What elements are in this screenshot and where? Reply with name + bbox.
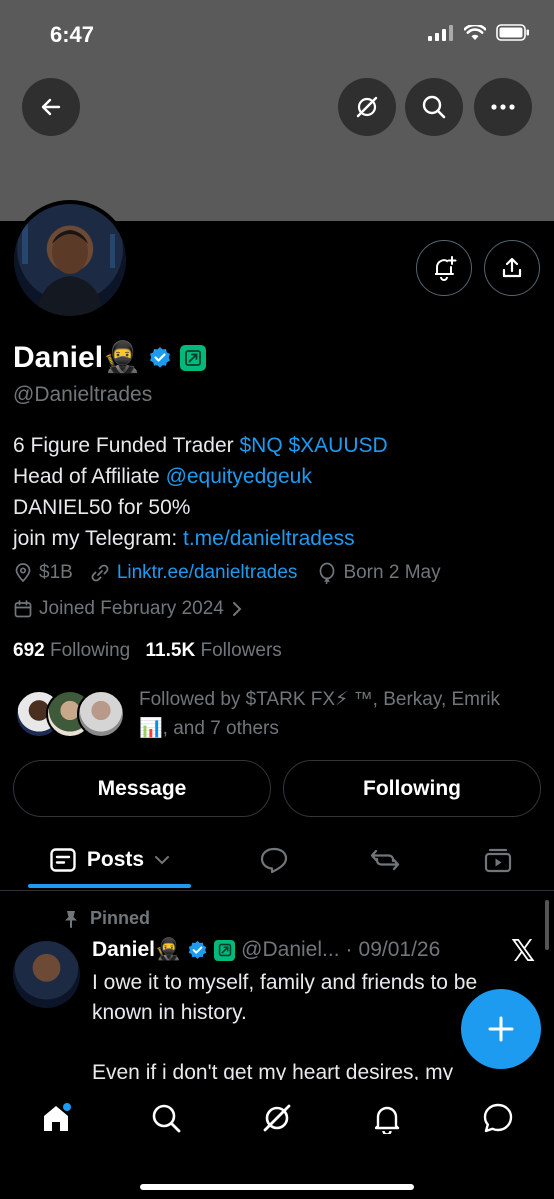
bio-line-1: 6 Figure Funded Trader $NQ $XAUUSD [13, 434, 388, 457]
post-date[interactable]: 09/01/26 [359, 938, 441, 962]
profile-name: Daniel🥷 [13, 341, 141, 374]
affiliate-badge-icon [214, 939, 236, 961]
profile-name-row: Daniel🥷 [13, 340, 207, 375]
profile-location: $1B [39, 562, 73, 583]
arrow-left-icon [41, 98, 61, 116]
profile-website-link[interactable]: Linktr.ee/danieltrades [117, 562, 298, 584]
compose-post-button[interactable] [461, 989, 541, 1069]
tab-posts-label: Posts [86, 848, 145, 871]
plus-icon [488, 1016, 514, 1042]
profile-joined-date: Joined February 2024 [39, 598, 224, 619]
following-stat[interactable]: 692 Following [13, 640, 130, 661]
more-options-button[interactable] [474, 78, 532, 136]
post-author-avatar[interactable] [13, 941, 80, 1008]
affiliate-badge-icon[interactable] [180, 344, 207, 371]
back-button[interactable] [22, 78, 80, 136]
bottom-navigation [0, 1080, 554, 1199]
balloon-icon [320, 562, 335, 584]
profile-handle: @Danieltrades [13, 383, 153, 406]
post-header: Daniel🥷 @Daniel... · 09/01/26 [92, 938, 440, 962]
nav-grok[interactable] [257, 1098, 297, 1138]
search-icon [422, 95, 446, 119]
posts-tab-icon [50, 848, 76, 872]
avatar-image [14, 204, 126, 316]
pinned-label: Pinned [90, 908, 151, 928]
nav-home[interactable] [36, 1098, 76, 1138]
bio-line-2: Head of Affiliate @equityedgeuk [13, 465, 312, 488]
tab-replies[interactable] [254, 830, 294, 890]
cashtag-links[interactable]: $NQ $XAUUSD [239, 434, 387, 457]
tab-reposts[interactable] [365, 830, 405, 890]
repost-icon [370, 849, 400, 871]
profile-avatar[interactable] [10, 200, 130, 320]
post-author-handle[interactable]: @Daniel... [241, 938, 339, 962]
tab-posts[interactable]: Posts [28, 830, 191, 890]
mention-link[interactable]: @equityedgeuk [166, 465, 312, 488]
tabs-divider [0, 890, 554, 891]
status-bar: 6:47 [0, 0, 554, 70]
share-button[interactable] [484, 240, 540, 296]
chevron-right-icon [232, 602, 242, 616]
scrollbar[interactable] [545, 900, 549, 950]
home-icon [44, 1103, 71, 1131]
notifications-subscribe-button[interactable] [416, 240, 472, 296]
message-button[interactable]: Message [13, 760, 271, 817]
x-logo-icon: 𝕏 [511, 935, 536, 968]
search-icon [152, 1104, 181, 1133]
post-author-name[interactable]: Daniel🥷 [92, 938, 181, 962]
nav-search[interactable] [146, 1098, 186, 1138]
nav-messages[interactable] [478, 1098, 518, 1138]
telegram-link[interactable]: t.me/danieltradess [183, 527, 355, 550]
tab-media[interactable] [478, 830, 518, 890]
battery-icon [496, 24, 529, 41]
more-dots-icon [491, 104, 515, 110]
pinned-indicator: Pinned [62, 908, 150, 929]
profile-bio: 6 Figure Funded Trader $NQ $XAUUSD Head … [13, 430, 388, 554]
home-indicator[interactable] [140, 1184, 414, 1190]
wifi-icon [464, 24, 486, 40]
nav-notifications[interactable] [367, 1098, 407, 1138]
chat-bubble-icon [483, 1103, 513, 1133]
chevron-down-icon [155, 856, 170, 865]
bell-icon [374, 1106, 400, 1134]
location-pin-icon [15, 563, 31, 583]
status-icons [428, 24, 530, 41]
reply-bubble-icon [260, 847, 288, 874]
profile-meta-row: $1B Linktr.ee/danieltrades Born 2 May [13, 562, 441, 584]
post-separator: · [345, 938, 353, 961]
status-time: 6:47 [50, 22, 95, 47]
cellular-signal-icon [428, 24, 453, 41]
grok-button[interactable] [338, 78, 396, 136]
profile-birthday: Born 2 May [343, 562, 441, 583]
active-tab-indicator [28, 884, 191, 888]
verified-badge-icon [188, 940, 207, 959]
profile-tabs: Posts [0, 830, 554, 890]
pin-icon [65, 910, 77, 928]
bell-plus-icon [435, 256, 457, 281]
following-button[interactable]: Following [283, 760, 541, 817]
bio-line-4: join my Telegram: t.me/danieltradess [13, 527, 355, 550]
grok-icon [356, 96, 378, 118]
grok-icon [263, 1104, 291, 1132]
bio-line-3: DANIEL50 for 50% [13, 496, 191, 519]
profile-joined-row[interactable]: Joined February 2024 [13, 598, 244, 620]
followed-by-text[interactable]: Followed by $TARK FX⚡ ™, Berkay, Emrik 📊… [139, 685, 544, 743]
link-icon [91, 564, 109, 582]
calendar-icon [14, 600, 32, 618]
followers-stat[interactable]: 11.5K Followers [146, 640, 282, 661]
verified-badge-icon[interactable] [148, 346, 172, 370]
search-button[interactable] [405, 78, 463, 136]
share-icon [502, 257, 522, 278]
follow-stats: 692 Following 11.5K Followers [13, 640, 282, 662]
video-icon [484, 848, 512, 873]
follower-avatar [77, 690, 125, 738]
